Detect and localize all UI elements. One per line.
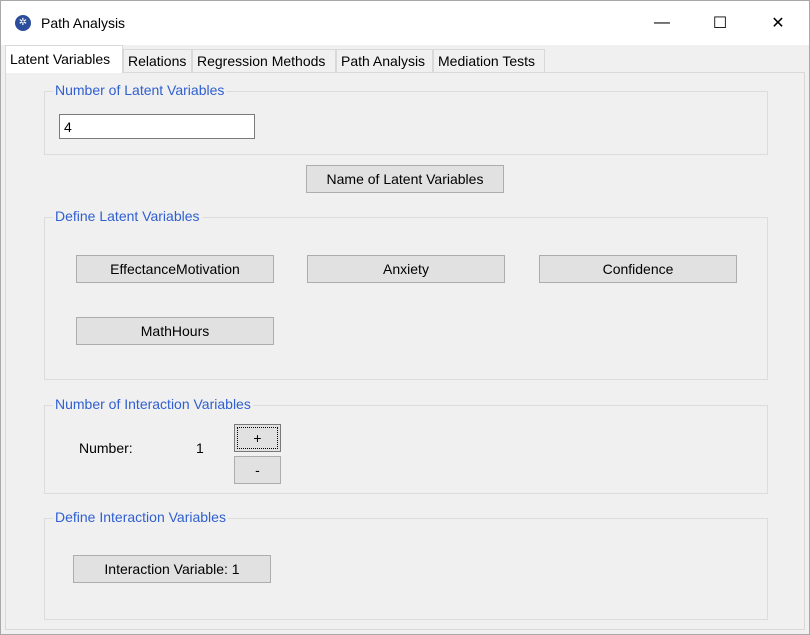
tab-mediation-tests[interactable]: Mediation Tests bbox=[433, 49, 545, 72]
latent-variable-button[interactable]: Anxiety bbox=[307, 255, 505, 283]
maximize-button[interactable]: ☐ bbox=[691, 1, 749, 45]
define-interaction-variables-legend: Define Interaction Variables bbox=[53, 509, 228, 525]
latent-variable-button[interactable]: Confidence bbox=[539, 255, 737, 283]
window-title: Path Analysis bbox=[41, 15, 126, 31]
tab-regression-methods[interactable]: Regression Methods bbox=[192, 49, 336, 72]
interaction-variable-button[interactable]: Interaction Variable: 1 bbox=[73, 555, 271, 583]
interaction-number-value: 1 bbox=[196, 440, 204, 456]
define-latent-variables-legend: Define Latent Variables bbox=[53, 208, 202, 224]
tab-latent-variables[interactable]: Latent Variables bbox=[5, 45, 123, 73]
latent-variables-panel: Number of Latent Variables Name of Laten… bbox=[5, 72, 805, 630]
number-of-latent-variables-group: Number of Latent Variables bbox=[44, 82, 768, 155]
latent-variable-button[interactable]: MathHours bbox=[76, 317, 274, 345]
app-icon: ✲ bbox=[15, 15, 31, 31]
path-analysis-window: ✲ Path Analysis — ☐ ✕ Latent Variables R… bbox=[0, 0, 810, 635]
minimize-button[interactable]: — bbox=[633, 1, 691, 45]
tab-bar: Latent Variables Relations Regression Me… bbox=[5, 45, 809, 73]
decrement-button[interactable]: - bbox=[234, 456, 281, 484]
number-of-interaction-variables-legend: Number of Interaction Variables bbox=[53, 396, 253, 412]
tab-path-analysis[interactable]: Path Analysis bbox=[336, 49, 433, 72]
latent-count-input[interactable] bbox=[59, 114, 255, 139]
title-bar: ✲ Path Analysis — ☐ ✕ bbox=[1, 1, 809, 45]
number-of-latent-variables-legend: Number of Latent Variables bbox=[53, 82, 227, 98]
interaction-number-label: Number: bbox=[79, 440, 133, 456]
define-interaction-variables-group: Define Interaction Variables Interaction… bbox=[44, 509, 768, 620]
tab-relations[interactable]: Relations bbox=[123, 49, 192, 72]
define-latent-variables-group: Define Latent Variables EffectanceMotiva… bbox=[44, 208, 768, 380]
close-button[interactable]: ✕ bbox=[749, 1, 807, 45]
name-of-latent-variables-button[interactable]: Name of Latent Variables bbox=[306, 165, 504, 193]
number-of-interaction-variables-group: Number of Interaction Variables Number: … bbox=[44, 396, 768, 494]
latent-variable-button[interactable]: EffectanceMotivation bbox=[76, 255, 274, 283]
increment-button[interactable]: + bbox=[234, 424, 281, 452]
